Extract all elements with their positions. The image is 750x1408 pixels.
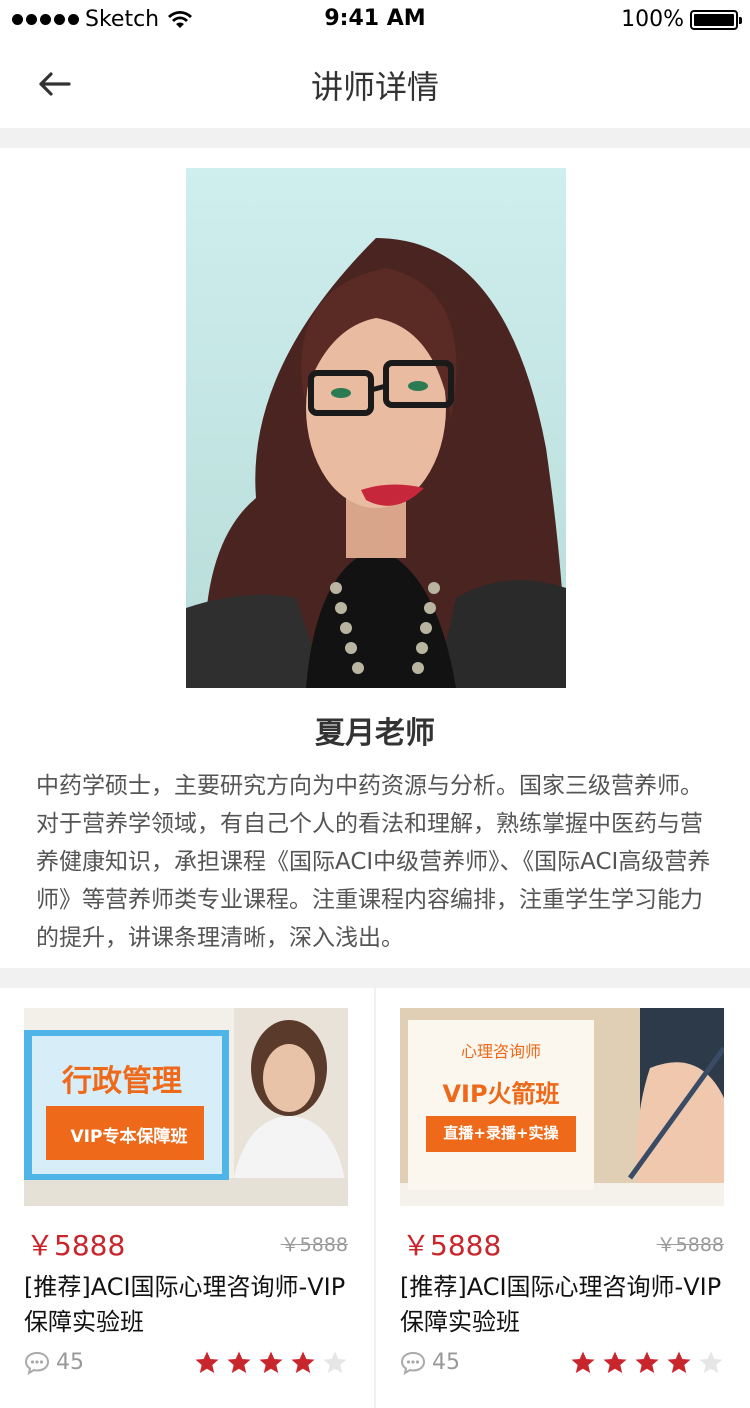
course-thumbnail: 心理咨询师 VIP火箭班 直播+录播+实操 [400,1008,724,1206]
star-icon [291,1351,315,1373]
course-grid: 行政管理 VIP专本保障班 ￥5888 ￥5888 [推荐]ACI国际心理咨询师… [0,988,750,1408]
section-divider [0,968,750,988]
star-icon [323,1351,347,1373]
comment-count-value: 45 [432,1350,460,1375]
star-icon [571,1351,595,1373]
comment-icon [400,1351,426,1375]
course-price: ￥5888 [402,1229,502,1262]
teacher-bio: 中药学硕士，主要研究方向为中药资源与分析。国家三级营养师。对于营养学领域，有自己… [36,773,711,951]
thumb-label: 心理咨询师 [460,1042,541,1061]
thumb-title: 行政管理 [62,1064,182,1099]
star-icon [635,1351,659,1373]
section-divider [0,128,750,148]
status-bar: Sketch 9:41 AM 100% [0,0,750,40]
comment-count: 45 [400,1350,460,1375]
course-price: ￥5888 [26,1229,126,1262]
course-thumbnail: 行政管理 VIP专本保障班 [24,1008,348,1206]
nav-bar: 讲师详情 [0,40,750,128]
comment-count: 45 [24,1350,84,1375]
rating-stars [194,1350,348,1376]
star-icon [259,1351,283,1373]
star-icon [699,1351,723,1373]
comment-count-value: 45 [56,1350,84,1375]
comment-icon [24,1351,50,1375]
page-title: 讲师详情 [310,68,439,106]
rating-stars [570,1350,724,1376]
teacher-photo [186,168,566,688]
teacher-name: 夏月老师 [315,716,435,751]
course-title: [推荐]ACI国际心理咨询师-VIP保障实验班 [400,1273,722,1336]
star-icon [667,1351,691,1373]
star-icon [195,1351,219,1373]
thumb-title: VIP火箭班 [442,1080,560,1108]
star-icon [603,1351,627,1373]
star-icon [227,1351,251,1373]
course-card[interactable]: 行政管理 VIP专本保障班 ￥5888 ￥5888 [推荐]ACI国际心理咨询师… [0,988,375,1408]
course-original-price: ￥5888 [280,1234,348,1256]
course-card[interactable]: 心理咨询师 VIP火箭班 直播+录播+实操 ￥5888 ￥5888 [推荐]AC… [376,988,750,1408]
course-original-price: ￥5888 [656,1234,724,1256]
thumb-subtitle: VIP专本保障班 [70,1127,188,1147]
thumb-subtitle: 直播+录播+实操 [443,1124,559,1142]
battery-icon [690,9,742,30]
course-title: [推荐]ACI国际心理咨询师-VIP保障实验班 [24,1273,346,1336]
battery-percent: 100% [621,7,684,32]
battery-group: 100% [621,7,742,32]
